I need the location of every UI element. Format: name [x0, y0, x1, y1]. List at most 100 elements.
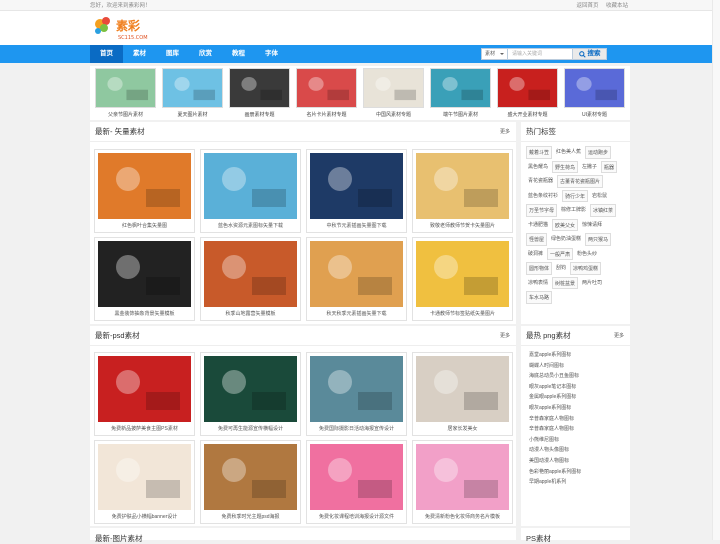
tag-link[interactable]: 冰镇红茶 [590, 204, 617, 217]
nav-material[interactable]: 素材 [123, 45, 156, 63]
psd-more-link[interactable]: 更多 [500, 332, 510, 339]
topic-item[interactable]: 画册素材专题 [229, 68, 290, 120]
material-card[interactable]: 黑金装饰抽象背景矢量模板 [94, 237, 195, 321]
nav-home[interactable]: 首页 [90, 45, 123, 63]
tag-link[interactable]: 绿色奶油蛋糕 [549, 233, 583, 246]
material-card[interactable]: 免费可再生能源宣传横幅设计 [200, 352, 301, 436]
thumbnail-image [431, 69, 490, 107]
material-card[interactable]: 免费秋季时光主题psd海报 [200, 440, 301, 524]
tag-link[interactable]: 蓝色条纹衬衫 [526, 190, 560, 203]
home-link[interactable]: 返回首页 [576, 3, 598, 9]
png-list-item[interactable]: 辛普森家庭人物图标 [529, 424, 630, 435]
search-button[interactable]: 搜索 [573, 48, 607, 60]
thumbnail-image [204, 444, 297, 510]
material-card[interactable]: 居家长发美女 [412, 352, 513, 436]
tag-link[interactable]: 左撇子 [580, 161, 599, 174]
nav-showcase[interactable]: 欣赏 [189, 45, 222, 63]
card-label: 致敬老师教师节贺卡矢量图片 [429, 223, 495, 229]
png-list-item[interactable]: 色彩艳丽apple系列图标 [529, 467, 630, 478]
tag-link[interactable]: 粉色头纱 [575, 248, 599, 261]
tag-link[interactable]: 刮钧 [554, 262, 568, 275]
png-list-item[interactable]: 金属眼apple系列图标 [529, 392, 630, 403]
topic-label: 画册素材专题 [244, 112, 275, 118]
site-logo[interactable]: 素彩 SC115.COM [92, 14, 156, 42]
tag-link[interactable]: 怪兽屋 [526, 233, 548, 246]
tag-link[interactable]: 棕修工牌影 [559, 204, 588, 217]
material-card[interactable]: 秋季山地露营矢量模板 [200, 237, 301, 321]
card-thumbnail [204, 356, 297, 422]
tag-link[interactable]: 戴着斗笠 [526, 146, 553, 159]
tag-link[interactable]: 骑行少年 [562, 189, 589, 202]
tag-link[interactable]: 车水马路 [526, 291, 553, 304]
tag-link[interactable]: 青花瓷瓶器 [526, 175, 555, 188]
topic-item[interactable]: UI素材专题 [564, 68, 625, 120]
tag-link[interactable]: 瓶器 [601, 160, 618, 173]
topic-thumbnail [564, 68, 625, 108]
tag-link[interactable]: 凉鸭表情 [526, 277, 550, 290]
bookmark-link[interactable]: 收藏本站 [606, 3, 628, 9]
material-card[interactable]: 免费护肤品小横幅banner设计 [94, 440, 195, 524]
nav-gallery[interactable]: 图库 [156, 45, 189, 63]
tag-link[interactable]: 树桩盆景 [552, 276, 579, 289]
png-list-item[interactable]: 眼灰apple笔记本图标 [529, 382, 630, 393]
png-list-item[interactable]: 辛普森家庭人物图标 [529, 414, 630, 425]
card-label: 免费可再生能源宣传横幅设计 [217, 426, 283, 432]
material-card[interactable]: 秋天秋季元素插画矢量下载 [306, 237, 407, 321]
tag-link[interactable]: 野生荷鸟 [552, 160, 579, 173]
topic-item[interactable]: 父亲节图片素材 [95, 68, 156, 120]
material-card[interactable]: 免费国际摄影日活动海报宣传设计 [306, 352, 407, 436]
topic-item[interactable]: 端午节图片素材 [430, 68, 491, 120]
vector-more-link[interactable]: 更多 [500, 128, 510, 135]
tag-link[interactable]: 卡通肥猫 [526, 219, 550, 232]
png-list-item[interactable]: 嘉堂apple系列图标 [529, 350, 630, 361]
tag-link[interactable]: 惊悚请拜 [580, 219, 604, 232]
material-card[interactable]: 卡通教师节标签贴纸矢量图片 [412, 237, 513, 321]
scrollbar[interactable] [712, 0, 720, 540]
search-input[interactable]: 请输入关键词 [508, 48, 573, 60]
card-label: 中秋节元素插画矢量图下载 [326, 223, 387, 229]
tag-link[interactable]: 万圣节字母 [526, 204, 558, 217]
thumbnail-image [204, 356, 297, 422]
tag-link[interactable]: 凉鸭鸡蛋糕 [570, 262, 602, 275]
material-card[interactable]: 免费清新粉色化妆师商务名片模板 [412, 440, 513, 524]
material-card[interactable]: 免费化妆课程培训海报设计源文件 [306, 440, 407, 524]
png-list-item[interactable]: 海底总动员小丑鱼图标 [529, 371, 630, 382]
png-list-item[interactable]: 眼灰apple系列图标 [529, 403, 630, 414]
logo-text: 素彩 [116, 18, 140, 33]
material-card[interactable]: 蓝色水资源元素图标矢量下载 [200, 149, 301, 233]
material-card[interactable]: 免费新品披萨美食主图PS素材 [94, 352, 195, 436]
tag-link[interactable]: 运动跑步 [585, 146, 612, 159]
tag-link[interactable]: 欧美父女 [552, 218, 579, 231]
png-list-item[interactable]: 早期apple机系列 [529, 477, 630, 488]
tag-link[interactable]: 两只猴马 [585, 233, 612, 246]
hot-png-more-link[interactable]: 更多 [614, 332, 624, 339]
card-thumbnail [416, 356, 509, 422]
topic-item[interactable]: 名片卡片素材专题 [296, 68, 357, 120]
card-label: 免费国际摄影日活动海报宣传设计 [318, 426, 394, 432]
material-card[interactable]: 红色枫叶合集矢量图 [94, 149, 195, 233]
thumbnail-image [230, 69, 289, 107]
png-list-item[interactable]: 美国动漫人物图标 [529, 456, 630, 467]
png-list-item[interactable]: 动漫人物头像图标 [529, 445, 630, 456]
tag-link[interactable]: 两片吐司 [580, 277, 604, 290]
tag-link[interactable]: 岩松鼠 [590, 190, 609, 203]
nav-tutorial[interactable]: 教程 [222, 45, 255, 63]
png-list-item[interactable]: 小熊维尼图标 [529, 435, 630, 446]
tag-link[interactable]: 破洞裤 [526, 248, 545, 261]
png-list-item[interactable]: 蝴蝶人时间图标 [529, 361, 630, 372]
material-card[interactable]: 致敬老师教师节贺卡矢量图片 [412, 149, 513, 233]
nav-fonts[interactable]: 字体 [255, 45, 288, 63]
tag-link[interactable]: 古董青花瓷瓶图片 [557, 175, 604, 188]
card-thumbnail [204, 444, 297, 510]
topic-thumbnail [430, 68, 491, 108]
card-label: 免费秋季时光主题psd海报 [221, 514, 280, 520]
topic-item[interactable]: 盛大开业素材专题 [497, 68, 558, 120]
topic-item[interactable]: 夏天图片素材 [162, 68, 223, 120]
tag-link[interactable]: 一般严肃 [547, 247, 574, 260]
topic-item[interactable]: 中国风素材专题 [363, 68, 424, 120]
material-card[interactable]: 中秋节元素插画矢量图下载 [306, 149, 407, 233]
tag-link[interactable]: 红色美人蕉 [554, 146, 583, 159]
tag-link[interactable]: 黑色耀鸟 [526, 161, 550, 174]
tag-link[interactable]: 圆形物体 [526, 262, 553, 275]
search-category-select[interactable]: 素材 [481, 48, 508, 60]
